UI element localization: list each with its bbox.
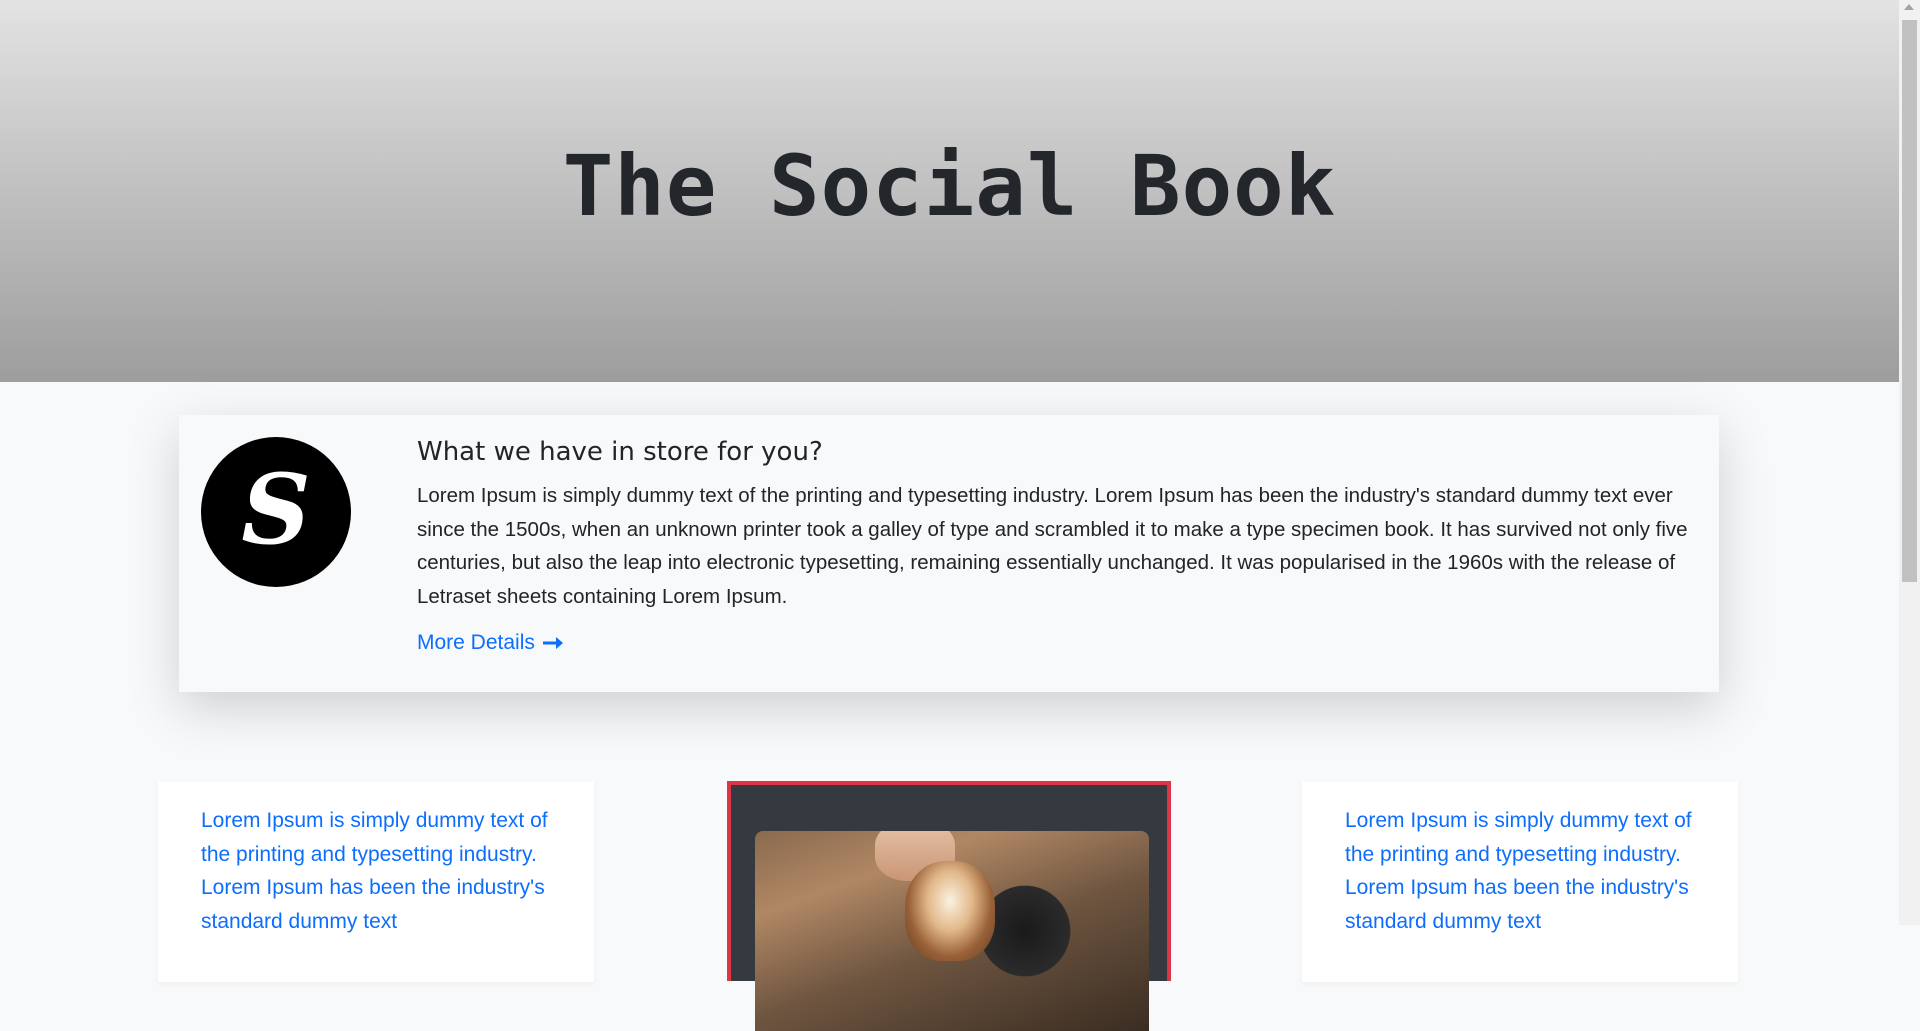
site-title: The Social Book xyxy=(562,137,1337,235)
logo-letter: S xyxy=(241,453,311,566)
feature-section: S What we have in store for you? Lorem I… xyxy=(179,415,1719,692)
more-details-label: More Details xyxy=(417,631,535,654)
more-details-link[interactable]: More Details xyxy=(417,631,563,655)
card-left-text: Lorem Ipsum is simply dummy text of the … xyxy=(201,809,548,933)
scroll-up-arrow-icon[interactable] xyxy=(1904,4,1914,10)
scrollbar-thumb[interactable] xyxy=(1902,20,1917,582)
feature-heading: What we have in store for you? xyxy=(417,437,823,467)
card-right-text: Lorem Ipsum is simply dummy text of the … xyxy=(1345,809,1692,933)
coffee-cup-shape xyxy=(905,861,995,961)
arrow-right-icon xyxy=(542,637,563,650)
logo-badge: S xyxy=(201,437,351,587)
feature-content: What we have in store for you? Lorem Ips… xyxy=(417,437,1702,655)
vertical-scrollbar[interactable] xyxy=(1899,0,1920,925)
info-card-left: Lorem Ipsum is simply dummy text of the … xyxy=(158,782,594,982)
hero-banner: The Social Book xyxy=(0,0,1899,382)
feature-description: Lorem Ipsum is simply dummy text of the … xyxy=(417,484,1688,608)
featured-image-card[interactable] xyxy=(727,781,1171,1031)
latte-art-coffee-image xyxy=(755,831,1149,1031)
info-card-right: Lorem Ipsum is simply dummy text of the … xyxy=(1302,782,1738,982)
